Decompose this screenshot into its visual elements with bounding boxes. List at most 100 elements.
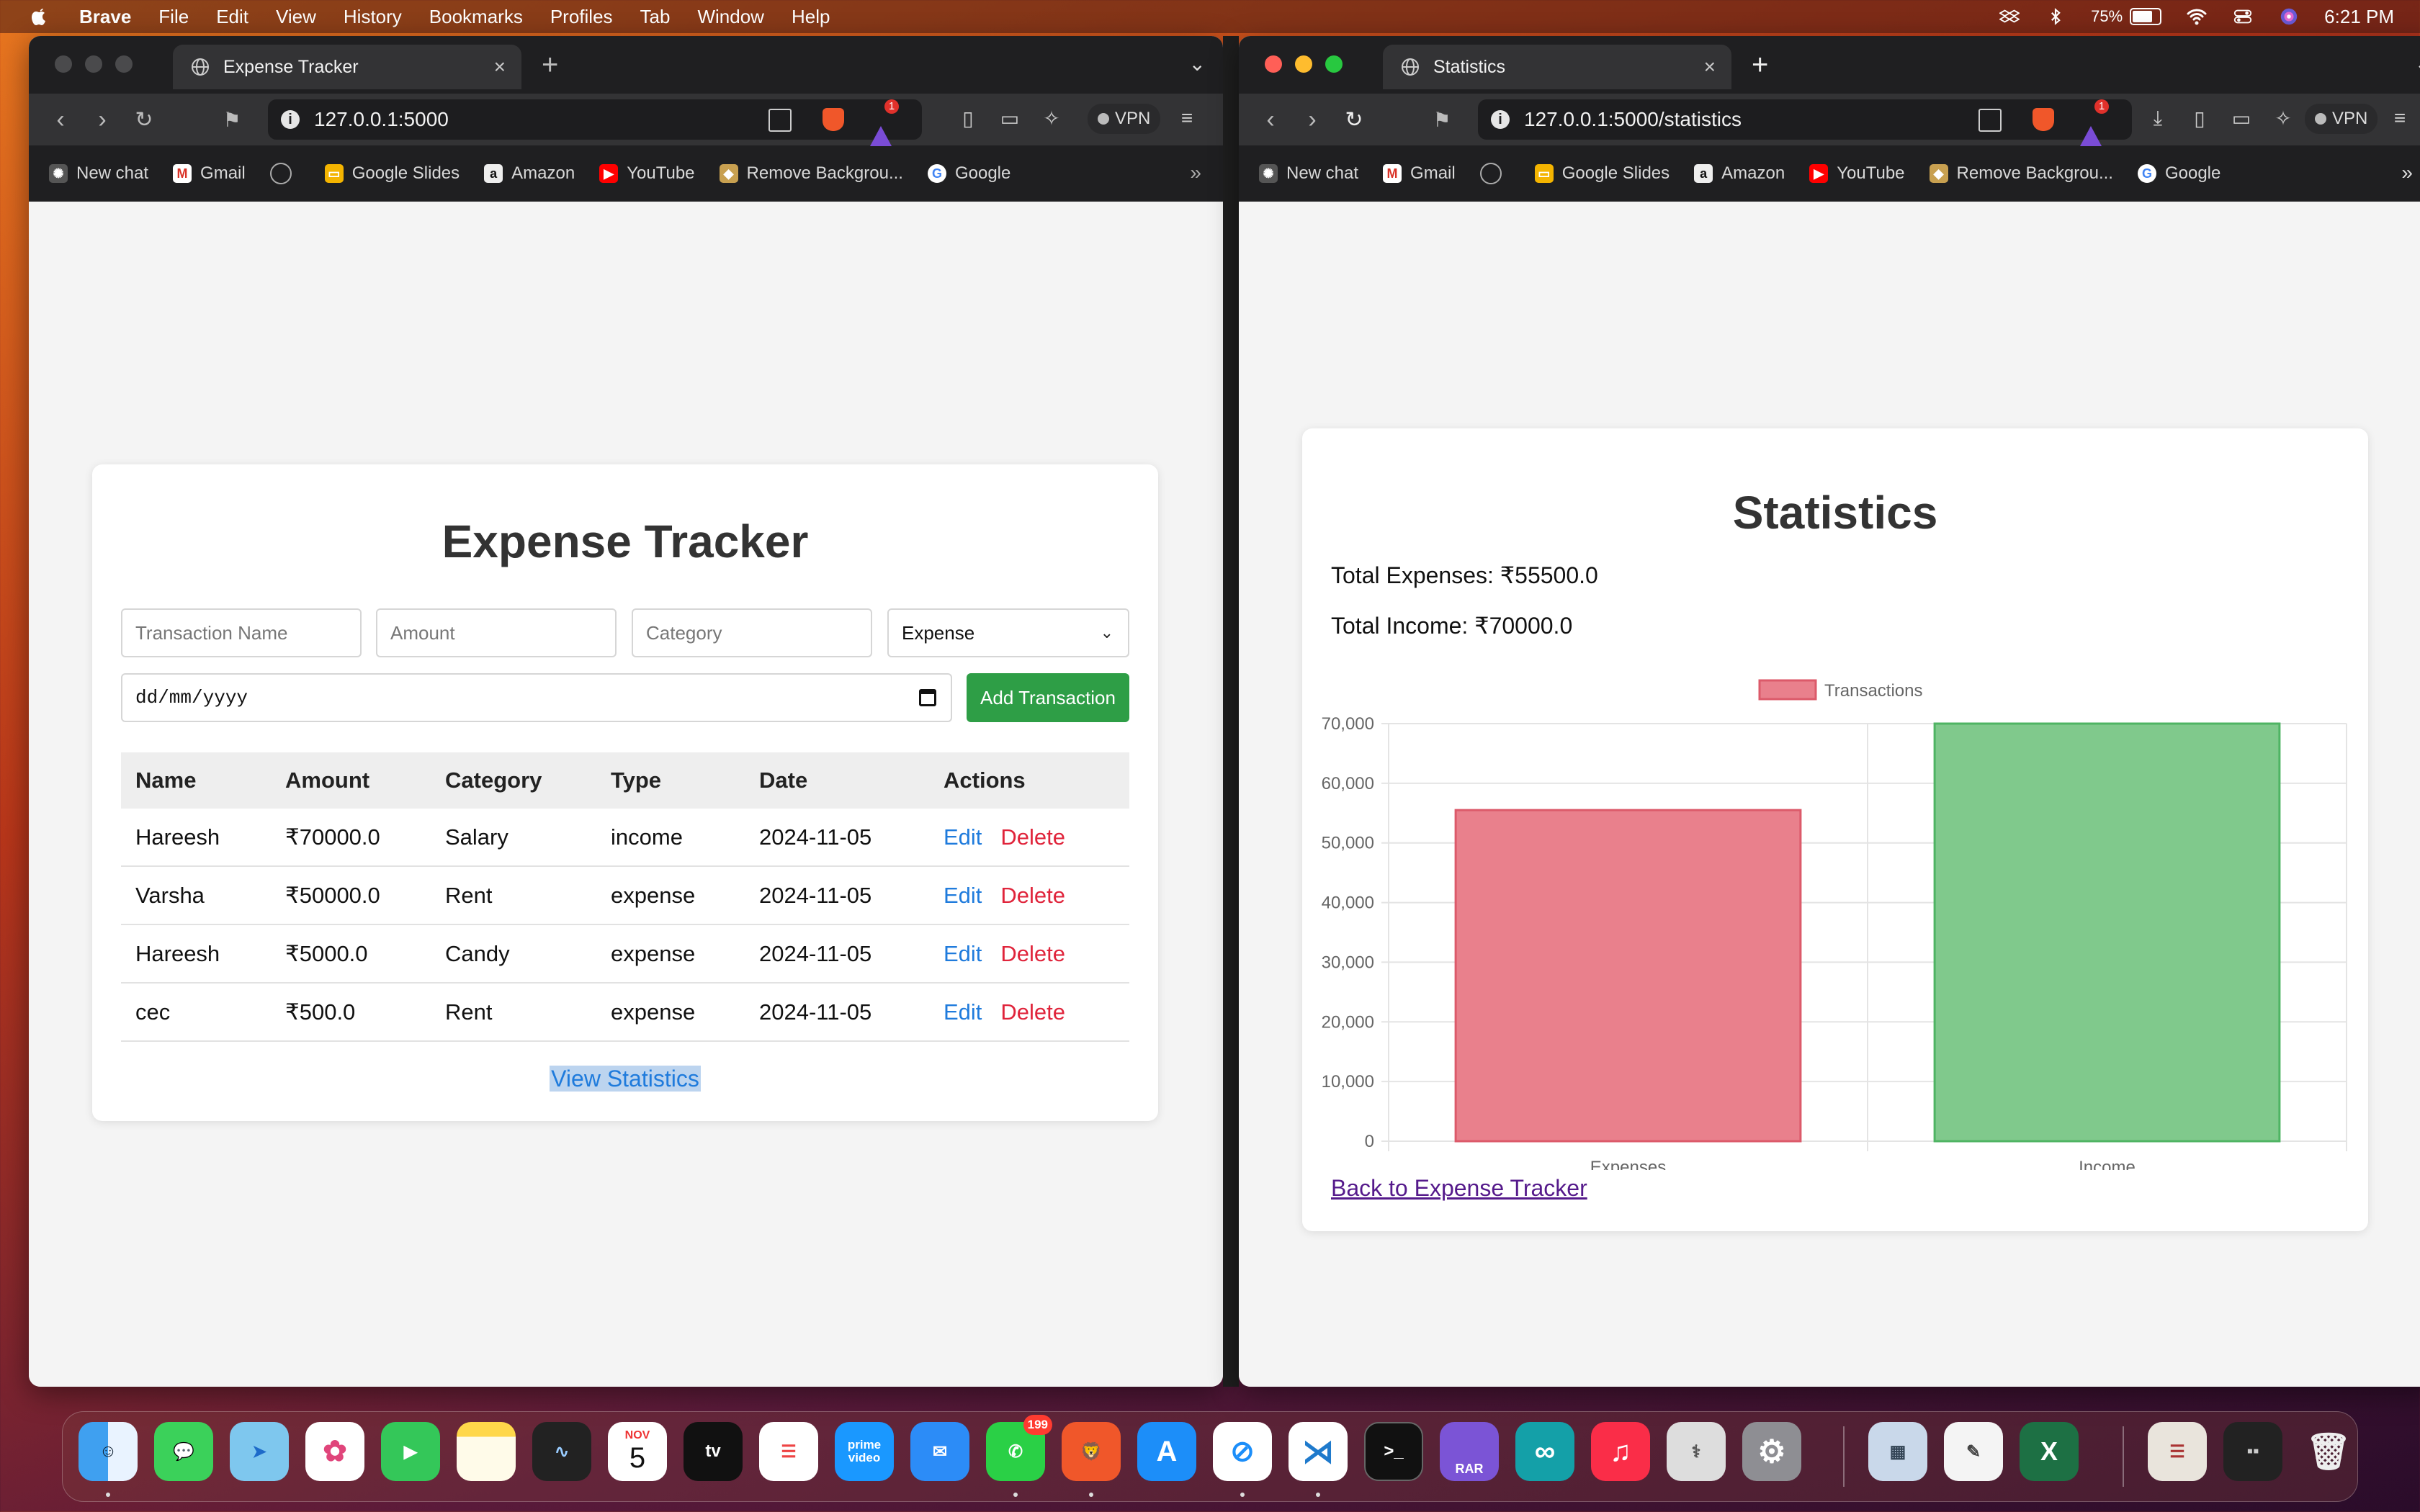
bookmark-remove-background[interactable]: ◆ Remove Backgrou... [719,163,903,184]
back-to-tracker-link[interactable]: Back to Expense Tracker [1331,1175,1587,1202]
minimize-window-button[interactable] [85,55,102,73]
forward-icon[interactable]: › [88,105,117,134]
control-center-icon[interactable] [2232,6,2254,27]
download-icon[interactable]: ⤓ [2146,107,2169,130]
preview-icon[interactable]: ▦ [1868,1422,1927,1481]
more-bookmarks-icon[interactable]: » [1190,161,1201,184]
menu-profiles[interactable]: Profiles [550,6,613,28]
tab-list-chevron-icon[interactable]: ⌄ [1189,52,1206,76]
site-info-icon[interactable]: i [281,110,300,129]
bookmark-globe[interactable] [269,163,300,184]
delete-link[interactable]: Delete [1000,824,1065,850]
disk-utility-icon[interactable]: ⚕ [1667,1422,1726,1481]
reload-icon[interactable]: ↻ [130,105,158,134]
bookmark-gmail[interactable]: M Gmail [173,163,246,184]
apple-logo-icon[interactable] [29,6,50,27]
calendar-icon[interactable]: NOV 5 [608,1422,667,1481]
address-bar[interactable]: i 127.0.0.1:5000 1 [268,99,922,146]
main-menu-icon[interactable]: ≡ [1175,107,1198,130]
bookmark-youtube[interactable]: ▶ YouTube [599,163,695,184]
bookmark-youtube[interactable]: ▶ YouTube [1809,163,1905,184]
notes-icon[interactable] [457,1422,516,1481]
downloads-stack-icon[interactable]: ▪▪ [2223,1422,2282,1481]
new-tab-button[interactable]: + [1752,49,1768,81]
close-tab-icon[interactable]: × [494,55,506,78]
whatsapp-icon[interactable]: ✆ 199 [986,1415,1052,1481]
wallet-icon[interactable]: ▭ [2230,107,2253,130]
edit-link[interactable]: Edit [944,941,982,966]
brave-rewards-icon[interactable]: 1 [870,99,899,146]
messages-icon[interactable]: 💬 [154,1422,213,1481]
share-icon[interactable] [768,109,792,132]
vpn-button[interactable]: VPN [1088,104,1161,134]
menu-bookmarks[interactable]: Bookmarks [429,6,523,28]
address-bar[interactable]: i 127.0.0.1:5000/statistics 1 [1478,99,2132,146]
stocks-icon[interactable]: ∿ [532,1422,591,1481]
tab-statistics[interactable]: Statistics × [1383,45,1731,89]
type-select[interactable]: Expense ⌄ [887,608,1129,657]
finder-icon[interactable]: ☺ [79,1422,138,1481]
view-statistics-link[interactable]: View Statistics [550,1066,701,1092]
edit-link[interactable]: Edit [944,824,982,850]
close-window-button[interactable] [55,55,72,73]
sidebar-icon[interactable]: ▯ [2188,107,2211,130]
menu-edit[interactable]: Edit [216,6,248,28]
siri-icon[interactable] [2278,6,2300,27]
bookmark-gmail[interactable]: M Gmail [1383,163,1456,184]
minimize-window-button[interactable] [1295,55,1312,73]
menu-help[interactable]: Help [792,6,830,28]
transaction-name-input[interactable]: Transaction Name [121,608,362,657]
share-icon[interactable] [1978,109,2002,132]
site-info-icon[interactable]: i [1491,110,1510,129]
dropbox-icon[interactable] [1999,6,2020,27]
bookmark-icon[interactable]: ⚑ [218,105,246,134]
zoom-window-button[interactable] [1325,55,1343,73]
add-transaction-button[interactable]: Add Transaction [967,673,1129,722]
bookmark-new-chat[interactable]: ✺ New chat [49,163,148,184]
close-window-button[interactable] [1265,55,1282,73]
delete-link[interactable]: Delete [1000,883,1065,908]
brave-shields-icon[interactable] [2033,108,2054,131]
brave-icon[interactable]: 🦁 [1062,1422,1121,1481]
bookmark-amazon[interactable]: a Amazon [484,163,575,184]
rar-extractor-icon[interactable]: RAR [1440,1422,1499,1481]
edit-link[interactable]: Edit [944,883,982,908]
edit-link[interactable]: Edit [944,999,982,1025]
sidebar-icon[interactable]: ▯ [956,107,980,130]
bookmark-icon[interactable]: ⚑ [1428,105,1456,134]
tab-list-chevron-icon[interactable]: ⌄ [2415,52,2420,76]
maps-icon[interactable]: ➤ [230,1422,289,1481]
bookmark-google-slides[interactable]: ▭ Google Slides [324,163,460,184]
facetime-icon[interactable]: ▶ [381,1422,440,1481]
mail-icon[interactable]: ✉ [910,1422,969,1481]
bookmark-remove-background[interactable]: ◆ Remove Backgrou... [1929,163,2113,184]
battery-indicator[interactable]: 75% [2091,7,2162,26]
reminders-icon[interactable]: ☰ [759,1422,818,1481]
menu-history[interactable]: History [344,6,402,28]
menu-view[interactable]: View [276,6,316,28]
menu-window[interactable]: Window [697,6,763,28]
brave-shields-icon[interactable] [823,108,844,131]
bookmark-google[interactable]: G Google [927,163,1010,184]
new-tab-button[interactable]: + [542,49,558,81]
amount-input[interactable]: Amount [376,608,617,657]
bookmark-globe[interactable] [1479,163,1510,184]
app-store-icon[interactable]: A [1137,1422,1196,1481]
clock[interactable]: 6:21 PM [2324,6,2394,28]
close-tab-icon[interactable]: × [1704,55,1716,78]
menu-tab[interactable]: Tab [640,6,671,28]
calendar-icon[interactable] [919,689,936,706]
forward-icon[interactable]: › [1298,105,1327,134]
category-input[interactable]: Category [632,608,872,657]
wallet-icon[interactable]: ▭ [998,107,1021,130]
date-input[interactable]: dd/mm/yyyy [121,673,952,722]
bookmark-google[interactable]: G Google [2137,163,2220,184]
system-settings-icon[interactable]: ⚙ [1742,1422,1801,1481]
vscode-icon[interactable]: ⋊ [1289,1422,1348,1481]
safari-icon[interactable]: ⊘ [1213,1422,1272,1481]
tab-expense-tracker[interactable]: Expense Tracker × [173,45,521,89]
textedit-icon[interactable]: ✎ [1944,1422,2003,1481]
leo-ai-icon[interactable]: ✧ [1040,107,1063,130]
back-icon[interactable]: ‹ [46,105,75,134]
bookmark-amazon[interactable]: a Amazon [1694,163,1785,184]
